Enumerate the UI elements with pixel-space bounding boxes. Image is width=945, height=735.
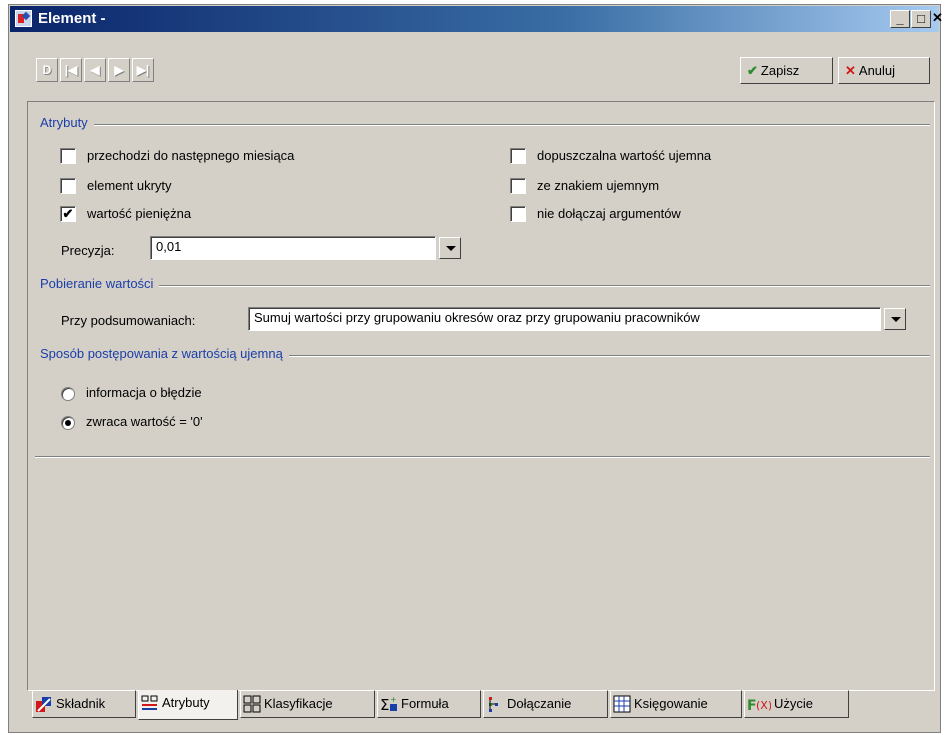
checkbox-monetary-value[interactable]: ✔ [60, 206, 76, 222]
checkbox-no-attach-args[interactable] [510, 206, 526, 222]
checkbox-label: przechodzi do następnego miesiąca [87, 148, 295, 163]
tab-formula[interactable]: Σ + Formuła [377, 690, 481, 718]
checkbox-allowed-negative[interactable] [510, 148, 526, 164]
component-icon [36, 696, 51, 712]
new-record-button[interactable]: D [36, 58, 58, 82]
group-divider [40, 124, 930, 126]
fetch-group-label: Pobieranie wartości [40, 276, 160, 291]
svg-text:Σ: Σ [380, 696, 389, 713]
x-icon: ✕ [845, 63, 856, 78]
previous-record-button[interactable]: ◀ [84, 58, 106, 82]
tab-classification[interactable]: Klasyfikacje [240, 690, 375, 718]
first-record-button[interactable]: |◀ [60, 58, 82, 82]
summary-label: Przy podsumowaniach: [61, 313, 196, 328]
tab-accounting[interactable]: Księgowanie [610, 690, 742, 718]
last-record-button[interactable]: ▶| [132, 58, 154, 82]
window-title: Element - [38, 10, 106, 27]
attach-icon [489, 696, 498, 712]
precision-label: Precyzja: [61, 243, 115, 258]
tab-label: Atrybuty [162, 695, 210, 710]
radio-label: informacja o błędzie [86, 385, 202, 400]
radio-label: zwraca wartość = '0' [86, 414, 203, 429]
attributes-group-label: Atrybuty [40, 115, 94, 130]
tab-label: Dołączanie [507, 696, 572, 711]
cancel-button[interactable]: ✕ Anuluj [838, 57, 930, 84]
cancel-label: Anuluj [858, 63, 896, 78]
tab-label: Użycie [774, 696, 814, 711]
checkbox-label: nie dołączaj argumentów [537, 206, 681, 221]
tab-attach[interactable]: Dołączanie [483, 690, 608, 718]
checkbox-label: dopuszczalna wartość ujemna [537, 148, 712, 163]
title-bar[interactable]: Element - _ □ ✕ [10, 6, 943, 32]
tab-component[interactable]: Składnik [32, 690, 136, 718]
formula-icon: Σ + [380, 695, 397, 713]
checkbox-next-month[interactable] [60, 148, 76, 164]
checkbox-label: ze znakiem ujemnym [537, 178, 660, 193]
tab-label: Księgowanie [634, 696, 708, 711]
check-icon: ✔ [747, 63, 758, 78]
checkbox-label: wartość pieniężna [87, 206, 192, 221]
summary-select[interactable]: Sumuj wartości przy grupowaniu okresów o… [248, 307, 881, 331]
next-record-button[interactable]: ▶ [108, 58, 130, 82]
tab-label: Składnik [56, 696, 106, 711]
checkbox-label: element ukryty [87, 178, 172, 193]
radio-error-info[interactable] [61, 387, 75, 401]
negative-group-label: Sposób postępowania z wartością ujemną [40, 346, 289, 361]
svg-text:+: + [390, 695, 397, 704]
tab-attributes[interactable]: Atrybuty [138, 690, 238, 720]
tab-label: Klasyfikacje [264, 696, 333, 711]
minimize-button[interactable]: _ [890, 10, 910, 28]
tab-label: Formuła [401, 696, 449, 711]
attributes-icon [141, 695, 158, 710]
radio-return-zero[interactable] [61, 416, 75, 430]
maximize-button[interactable]: □ [911, 10, 931, 28]
checkbox-negative-sign[interactable] [510, 178, 526, 194]
app-icon [15, 10, 32, 27]
close-button[interactable]: ✕ [932, 10, 943, 28]
precision-dropdown-button[interactable] [439, 237, 461, 259]
save-label: Zapisz [760, 63, 800, 78]
summary-dropdown-button[interactable] [884, 308, 906, 330]
svg-text:(X): (X) [756, 699, 771, 712]
classification-icon [243, 695, 261, 713]
save-button[interactable]: ✔ Zapisz [740, 57, 833, 84]
checkbox-hidden-element[interactable] [60, 178, 76, 194]
function-icon: F (X) [747, 698, 771, 713]
accounting-icon [613, 695, 631, 713]
tab-usage[interactable]: F (X) Użycie [744, 690, 849, 718]
group-divider [40, 285, 930, 287]
precision-select[interactable]: 0,01 [150, 236, 436, 260]
section-divider [35, 456, 930, 458]
